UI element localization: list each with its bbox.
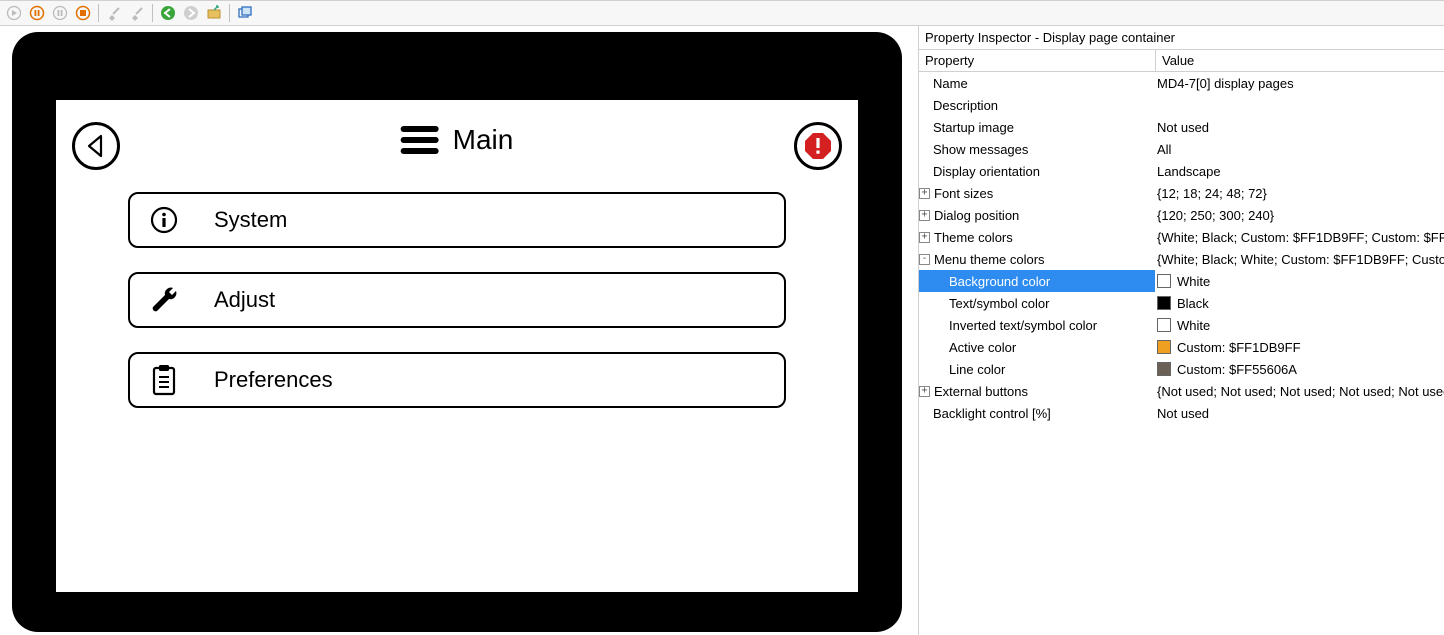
toolbar-pause-grey-button[interactable] [50,3,70,23]
app-toolbar [0,0,1444,26]
property-value: White [1177,318,1210,333]
device-screen: Main [56,100,858,592]
toolbar-brush1-button[interactable] [104,3,124,23]
property-label: Menu theme colors [934,252,1045,267]
property-label: Description [933,98,998,113]
toolbar-separator [152,4,153,22]
screen-back-button[interactable] [72,122,120,170]
toolbar-separator [98,4,99,22]
property-row[interactable]: + Theme colors {White; Black; Custom: $FF1… [919,226,1444,248]
toolbar-pause-orange-button[interactable] [27,3,47,23]
property-value: {White; Black; White; Custom: $FF1DB9FF;… [1157,252,1444,267]
toolbar-play-button[interactable] [4,3,24,23]
property-label: Backlight control [%] [933,406,1051,421]
toolbar-brush2-button[interactable] [127,3,147,23]
clipboard-icon [148,364,180,396]
property-row[interactable]: Text/symbol color Black [919,292,1444,314]
property-row[interactable]: + Font sizes {12; 18; 24; 48; 72} [919,182,1444,204]
property-value: Custom: $FF55606A [1177,362,1297,377]
header-value[interactable]: Value [1155,50,1444,71]
menu-item-preferences[interactable]: Preferences [128,352,786,408]
property-label: Theme colors [934,230,1013,245]
property-label: External buttons [934,384,1028,399]
toolbar-folder-button[interactable] [204,3,224,23]
property-value: All [1157,142,1171,157]
toolbar-windows-button[interactable] [235,3,255,23]
property-row[interactable]: Name MD4-7[0] display pages [919,72,1444,94]
header-property[interactable]: Property [919,50,1155,71]
property-row[interactable]: Description [919,94,1444,116]
menu-item-adjust[interactable]: Adjust [128,272,786,328]
property-grid: Property Value Name MD4-7[0] display page… [919,49,1444,424]
menu-item-label: Preferences [214,367,333,393]
property-label: Text/symbol color [949,296,1049,311]
inspector-title: Property Inspector - Display page contai… [919,26,1444,49]
property-value: Black [1177,296,1209,311]
property-value: {120; 250; 300; 240} [1157,208,1274,223]
property-row[interactable]: Startup image Not used [919,116,1444,138]
menu-item-system[interactable]: System [128,192,786,248]
property-value: MD4-7[0] display pages [1157,76,1294,91]
property-label: Inverted text/symbol color [949,318,1097,333]
property-row[interactable]: -Menu theme colors {White; Black; White; … [919,248,1444,270]
expand-icon[interactable]: + [919,232,930,243]
property-value: Landscape [1157,164,1221,179]
wrench-icon [148,284,180,316]
alert-icon [803,131,833,161]
property-label: Line color [949,362,1005,377]
expand-icon[interactable]: + [919,188,930,199]
expand-icon[interactable]: + [919,210,930,221]
preview-panel: Main [0,26,918,635]
property-value: {White; Black; Custom: $FF1DB9FF; Custom… [1157,230,1444,245]
menu-item-label: Adjust [214,287,275,313]
property-value: Not used [1157,406,1209,421]
property-row[interactable]: + External buttons {Not used; Not used; No… [919,380,1444,402]
info-icon [148,204,180,236]
property-label: Background color [949,274,1050,289]
property-label: Name [933,76,968,91]
toolbar-forward-button[interactable] [181,3,201,23]
collapse-icon[interactable]: - [919,254,930,265]
color-swatch [1157,362,1171,376]
property-label: Show messages [933,142,1028,157]
property-label: Startup image [933,120,1014,135]
property-row[interactable]: Inverted text/symbol color White [919,314,1444,336]
screen-title: Main [453,124,514,156]
property-value: White [1177,274,1210,289]
property-row[interactable]: Background color White [919,270,1444,292]
property-value: Not used [1157,120,1209,135]
color-swatch [1157,318,1171,332]
toolbar-stop-button[interactable] [73,3,93,23]
property-label: Font sizes [934,186,993,201]
property-label: Active color [949,340,1016,355]
property-grid-header: Property Value [919,50,1444,72]
property-row[interactable]: Display orientation Landscape [919,160,1444,182]
property-label: Display orientation [933,164,1040,179]
menu-item-label: System [214,207,287,233]
device-frame: Main [12,32,902,632]
property-value: {Not used; Not used; Not used; Not used;… [1157,384,1444,399]
property-row[interactable]: Backlight control [%] Not used [919,402,1444,424]
color-swatch [1157,296,1171,310]
property-grid-body: Name MD4-7[0] display pages Description Sta… [919,72,1444,424]
screen-title-wrap: Main [401,124,514,156]
toolbar-back-button[interactable] [158,3,178,23]
property-row[interactable]: Line color Custom: $FF55606A [919,358,1444,380]
property-label: Dialog position [934,208,1019,223]
toolbar-separator [229,4,230,22]
property-value: Custom: $FF1DB9FF [1177,340,1301,355]
property-value: {12; 18; 24; 48; 72} [1157,186,1267,201]
property-row[interactable]: + Dialog position {120; 250; 300; 240} [919,204,1444,226]
expand-icon[interactable]: + [919,386,930,397]
menu-list: System Adjust Preferences [56,182,858,408]
back-triangle-icon [86,134,106,158]
hamburger-icon [401,126,439,154]
color-swatch [1157,340,1171,354]
screen-alert-button[interactable] [794,122,842,170]
property-row[interactable]: Active color Custom: $FF1DB9FF [919,336,1444,358]
property-inspector-panel: Property Inspector - Display page contai… [918,26,1444,635]
property-row[interactable]: Show messages All [919,138,1444,160]
color-swatch [1157,274,1171,288]
